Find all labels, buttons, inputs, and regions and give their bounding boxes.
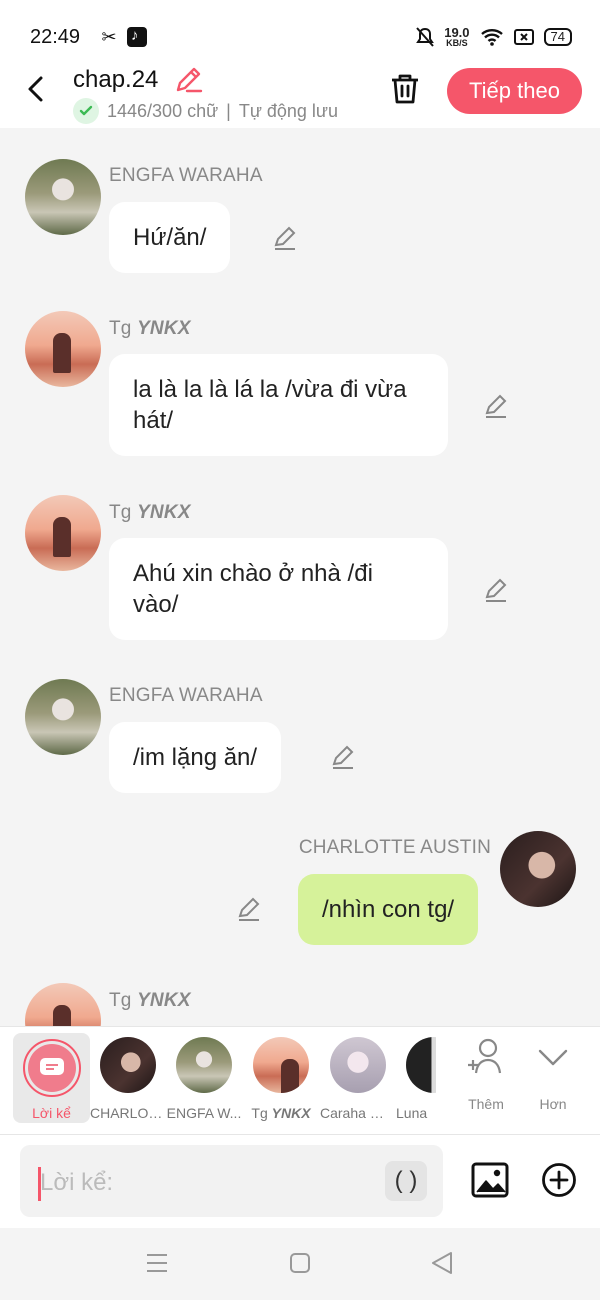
character-label: Tg YNKX [251, 1105, 311, 1121]
status-indicators: 19.0 KB/S 74 [416, 26, 572, 48]
status-bar: 22:49 ✂ 19.0 KB/S 74 [0, 0, 600, 62]
edit-message-icon[interactable] [271, 224, 299, 252]
message-bubble[interactable]: Hứ/ăn/ [109, 202, 231, 273]
back-icon[interactable] [22, 74, 52, 104]
back-triangle-icon[interactable] [430, 1251, 454, 1275]
message-bubble[interactable]: la là la là lá la /vừa đi vừa hát/ [109, 354, 448, 456]
add-person-icon [468, 1038, 502, 1074]
edit-message-icon[interactable] [482, 576, 510, 604]
status-separator: | [226, 100, 231, 121]
input-bar: Lời kể: ( ) [0, 1134, 600, 1228]
character-label: Luna [396, 1105, 428, 1121]
avatar-tg-ynkx[interactable] [25, 495, 101, 571]
word-count: 1446/300 chữ [107, 100, 219, 121]
add-character-button[interactable]: Thêm [456, 1037, 516, 1112]
message-bubble[interactable]: Ahú xin chào ở nhà /đi vào/ [109, 538, 448, 640]
sender-name: Tg YNKX [109, 318, 191, 339]
avatar-engfa[interactable] [25, 159, 101, 235]
sim-icon [513, 29, 534, 45]
narrator-button[interactable]: Lời kể [13, 1033, 90, 1123]
status-time: 22:49 [30, 26, 81, 48]
character-luna[interactable]: Luna [396, 1035, 436, 1121]
chat-bubble-icon [27, 1044, 76, 1092]
avatar-engfa[interactable] [25, 679, 101, 755]
chat-area[interactable]: ENGFA WARAHA Hứ/ăn/ Tg YNKX la là la là … [0, 128, 600, 1026]
sender-name: Tg YNKX [109, 990, 191, 1011]
save-status: 1446/300 chữ | Tự động lưu [73, 98, 338, 124]
edit-message-icon[interactable] [482, 392, 510, 420]
sender-name: Tg YNKX [109, 502, 191, 523]
sender-name: ENGFA WARAHA [109, 165, 263, 186]
wifi-icon [480, 29, 503, 46]
avatar-charlotte[interactable] [500, 831, 576, 907]
network-speed: 19.0 KB/S [444, 25, 470, 48]
parentheses-button[interactable]: ( ) [385, 1161, 427, 1201]
sender-name: ENGFA WARAHA [109, 685, 263, 706]
avatar [406, 1037, 436, 1093]
message-input[interactable]: Lời kể: ( ) [20, 1145, 443, 1217]
sender-name: CHARLOTTE AUSTIN [298, 837, 491, 858]
character-label: CHARLOT... [90, 1105, 166, 1121]
bell-off-icon [416, 27, 435, 47]
message-bubble[interactable]: /im lặng ăn/ [109, 722, 282, 793]
check-icon [73, 98, 99, 124]
add-label: Thêm [468, 1096, 504, 1112]
capcut-icon: ✂ [101, 27, 117, 47]
character-engfa[interactable]: ENGFA W... [166, 1035, 242, 1121]
character-label: ENGFA W... [166, 1105, 242, 1121]
avatar-tg-ynkx[interactable] [25, 311, 101, 387]
avatar [253, 1037, 309, 1093]
input-placeholder: Lời kể: [40, 1169, 114, 1196]
more-button[interactable]: Hơn [523, 1037, 583, 1112]
home-icon[interactable] [289, 1252, 311, 1274]
more-label: Hơn [539, 1096, 567, 1112]
avatar [330, 1037, 386, 1093]
edit-message-icon[interactable] [235, 895, 263, 923]
battery-indicator: 74 [543, 28, 572, 46]
character-tg-ynkx[interactable]: Tg YNKX [243, 1035, 319, 1121]
edit-message-icon[interactable] [329, 743, 357, 771]
narrator-label: Lời kể [32, 1105, 71, 1121]
character-charlotte[interactable]: CHARLOT... [90, 1035, 166, 1121]
system-nav-bar [0, 1228, 600, 1300]
character-label: Caraha Wi... [320, 1105, 396, 1121]
avatar [100, 1037, 156, 1093]
character-bar: Lời kể CHARLOT... ENGFA W... Tg YNKX Car… [0, 1026, 600, 1134]
autosave-label: Tự động lưu [238, 100, 338, 121]
avatar [176, 1037, 232, 1093]
chevron-down-icon [538, 1049, 568, 1066]
message-bubble[interactable]: /nhìn con tg/ [298, 874, 479, 945]
tiktok-icon [127, 27, 147, 47]
menu-icon[interactable] [146, 1253, 168, 1273]
image-icon[interactable] [471, 1161, 509, 1199]
editor-header: chap.24 1446/300 chữ | Tự động lưu Tiếp … [0, 62, 600, 128]
edit-title-icon[interactable] [172, 64, 204, 96]
chapter-title[interactable]: chap.24 [73, 66, 158, 94]
avatar-tg-ynkx[interactable] [25, 983, 101, 1026]
character-caraha[interactable]: Caraha Wi... [320, 1035, 396, 1121]
next-button[interactable]: Tiếp theo [447, 68, 582, 114]
trash-icon[interactable] [388, 72, 422, 106]
add-circle-icon[interactable] [541, 1162, 577, 1198]
